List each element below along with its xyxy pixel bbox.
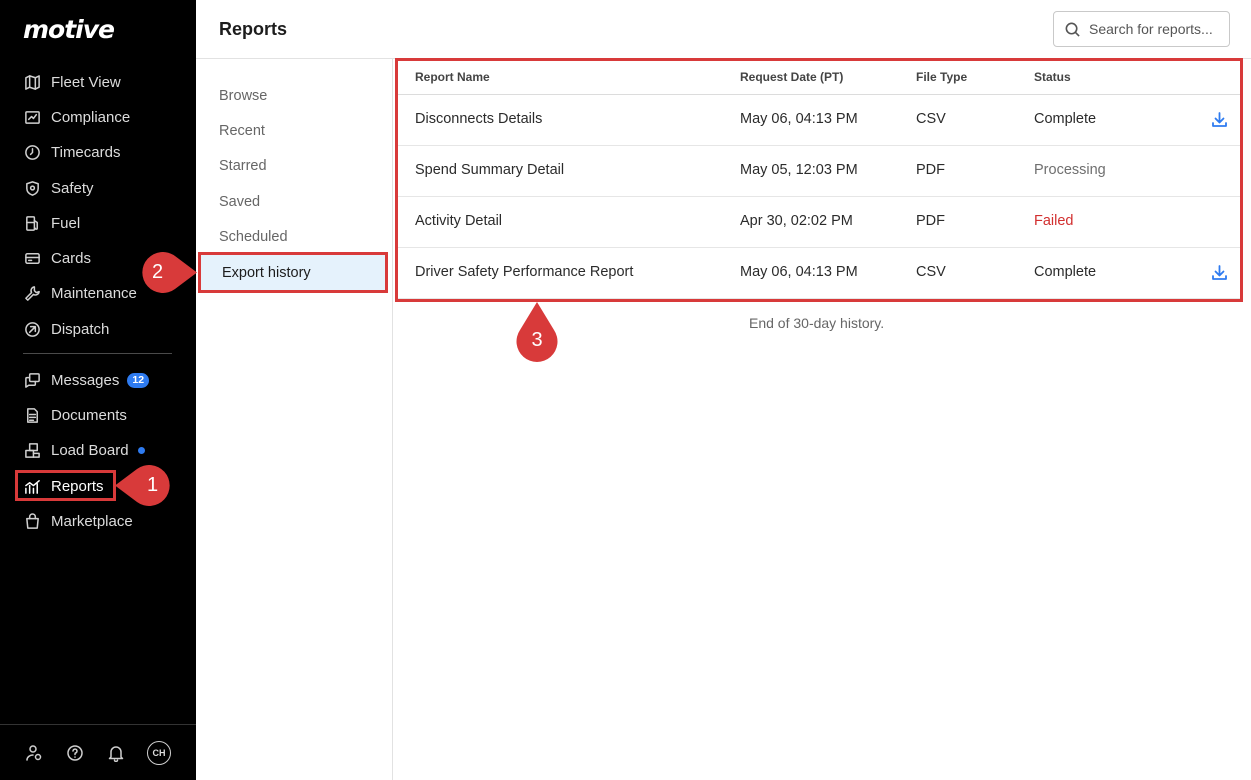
load-board-icon [23,441,41,459]
page-title: Reports [219,19,288,39]
table-row[interactable]: Driver Safety Performance Report May 06,… [398,248,1240,299]
callout-marker-3: 3 [516,302,558,366]
file-type-cell: PDF [916,162,945,178]
fuel-icon [23,214,41,232]
search-input[interactable] [1089,21,1229,37]
sidebar-divider [23,353,172,354]
sidebar-item-timecards[interactable]: Timecards [14,136,174,168]
callout-marker-2: 2 [134,252,197,293]
request-date-cell: May 05, 12:03 PM [740,162,858,178]
request-date-cell: May 06, 04:13 PM [740,111,858,127]
sidebar-footer: CH [0,724,196,780]
compliance-icon [23,108,41,126]
sidebar-item-label: Dispatch [51,320,110,338]
unread-count-badge: 12 [127,372,150,388]
shield-icon [23,179,41,197]
sidebar-item-label: Marketplace [51,512,133,530]
report-name-cell: Disconnects Details [415,111,543,127]
sidebar-item-label: Fleet View [51,73,121,91]
subnav-export-history[interactable]: Export history [198,252,388,293]
column-header-request-date[interactable]: Request Date (PT) [740,70,843,84]
request-date-cell: Apr 30, 02:02 PM [740,213,853,229]
search-icon [1065,22,1080,37]
status-cell: Failed [1034,213,1074,229]
file-type-cell: PDF [916,213,945,229]
sidebar-item-label: Messages [51,371,120,389]
sidebar-item-documents[interactable]: Documents [14,399,174,431]
bag-icon [23,512,41,530]
request-date-cell: May 06, 04:13 PM [740,264,858,280]
dispatch-icon [23,320,41,338]
sidebar-item-label: Maintenance [51,284,137,302]
sidebar-item-safety[interactable]: Safety [14,172,174,204]
wrench-icon [23,284,41,302]
callout-marker-1: 1 [115,465,178,506]
sidebar-item-label: Timecards [51,143,121,161]
sidebar-item-label: Compliance [51,108,131,126]
subnav-recent[interactable]: Recent [196,113,392,148]
sidebar-item-dispatch[interactable]: Dispatch [14,313,174,345]
subnav-browse[interactable]: Browse [196,78,392,113]
status-cell: Complete [1034,264,1097,280]
end-of-history-note: End of 30-day history. [749,315,885,331]
sidebar-item-label: Fuel [51,214,81,232]
main-sidebar: motive Fleet View Compliance Timecards S… [0,0,196,780]
page-header: Reports [196,0,1251,59]
column-header-file-type[interactable]: File Type [916,70,967,84]
sidebar-item-load-board[interactable]: Load Board [14,434,174,466]
file-type-cell: CSV [916,264,946,280]
user-avatar[interactable]: CH [147,740,171,765]
document-icon [23,406,41,424]
column-header-status[interactable]: Status [1034,70,1071,84]
notifications-bell-icon[interactable] [106,743,125,762]
new-indicator-dot [137,446,145,454]
report-name-cell: Driver Safety Performance Report [415,264,634,280]
table-row[interactable]: Disconnects Details May 06, 04:13 PM CSV… [398,95,1240,146]
sidebar-item-fuel[interactable]: Fuel [14,207,174,239]
motive-logo[interactable]: motive [23,15,115,44]
reports-highlight-outline [15,470,116,501]
status-cell: Complete [1034,111,1097,127]
callout-number: 3 [531,329,543,351]
sidebar-item-marketplace[interactable]: Marketplace [14,505,174,537]
map-icon [23,73,41,91]
sidebar-item-label: Cards [51,249,92,267]
subnav-scheduled[interactable]: Scheduled [196,219,392,254]
file-type-cell: CSV [916,111,946,127]
sidebar-item-compliance[interactable]: Compliance [14,101,174,133]
subnav-saved[interactable]: Saved [196,184,392,219]
messages-icon [23,371,41,389]
help-icon[interactable] [65,743,84,762]
table-row[interactable]: Spend Summary Detail May 05, 12:03 PM PD… [398,146,1240,197]
subnav-starred[interactable]: Starred [196,148,392,183]
user-settings-icon[interactable] [24,743,43,762]
report-name-cell: Activity Detail [415,213,503,229]
report-name-cell: Spend Summary Detail [415,162,565,178]
download-icon[interactable] [1210,110,1229,129]
download-icon[interactable] [1210,263,1229,282]
sidebar-item-label: Documents [51,406,127,424]
card-icon [23,249,41,267]
callout-number: 1 [146,474,159,496]
clock-icon [23,143,41,161]
search-box[interactable] [1053,11,1230,47]
table-header: Report Name Request Date (PT) File Type … [398,61,1240,95]
status-cell: Processing [1034,162,1106,178]
sidebar-item-messages[interactable]: Messages 12 [14,364,174,396]
sidebar-item-fleet-view[interactable]: Fleet View [14,66,174,98]
sidebar-item-label: Load Board [51,441,129,459]
table-row[interactable]: Activity Detail Apr 30, 02:02 PM PDF Fai… [398,197,1240,248]
reports-subnav: Browse Recent Starred Saved Scheduled Ex… [196,59,393,780]
column-header-report-name[interactable]: Report Name [415,70,490,84]
callout-number: 2 [151,261,164,283]
sidebar-item-label: Safety [51,179,94,197]
